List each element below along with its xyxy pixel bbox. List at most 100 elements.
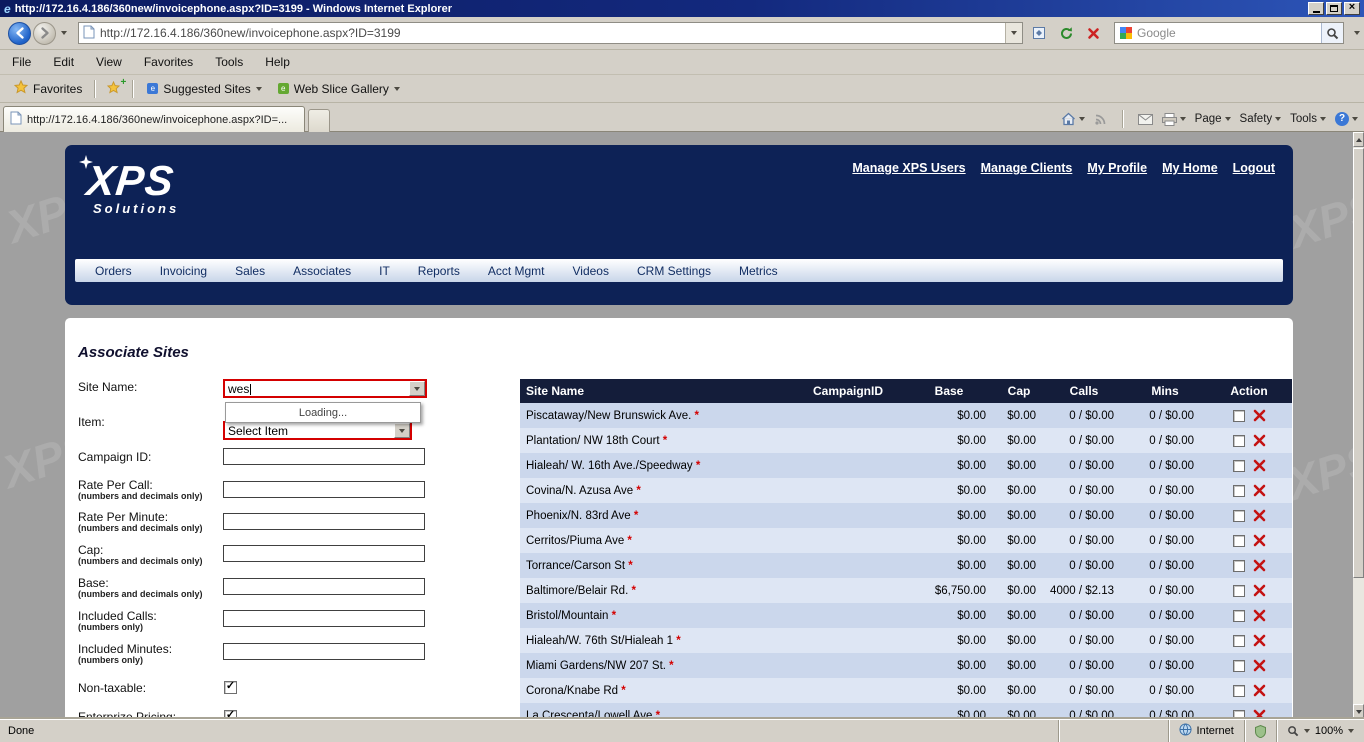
search-options-dropdown[interactable] [1350,27,1364,39]
row-select-checkbox[interactable] [1232,684,1245,697]
page-menu[interactable]: Page [1195,113,1231,125]
address-dropdown-button[interactable] [1005,23,1022,43]
nav-videos[interactable]: Videos [573,264,609,278]
favorites-item-suggested-sites[interactable]: e Suggested Sites [139,79,269,99]
home-button[interactable] [1061,112,1085,126]
link-my-profile[interactable]: My Profile [1087,161,1147,175]
row-select-checkbox[interactable] [1232,709,1245,719]
row-select-checkbox[interactable] [1232,534,1245,547]
recent-pages-dropdown[interactable] [58,27,70,39]
delete-icon[interactable] [1253,459,1266,472]
nav-sales[interactable]: Sales [235,264,265,278]
row-select-checkbox[interactable] [1232,609,1245,622]
row-select-checkbox[interactable] [1232,559,1245,572]
close-button[interactable]: × [1344,2,1360,15]
search-input[interactable]: Google [1137,26,1321,40]
enterprize-pricing-checkbox[interactable]: ✓ [224,710,237,719]
nav-metrics[interactable]: Metrics [739,264,778,278]
delete-icon[interactable] [1253,534,1266,547]
search-button[interactable] [1321,23,1343,43]
row-select-checkbox[interactable] [1232,409,1245,422]
row-select-checkbox[interactable] [1232,434,1245,447]
base-field[interactable] [223,578,425,595]
delete-icon[interactable] [1253,709,1266,719]
compatibility-view-icon[interactable] [1028,22,1050,44]
rate-per-call-field[interactable] [223,481,425,498]
link-manage-clients[interactable]: Manage Clients [981,161,1073,175]
campaign-id-field[interactable] [223,448,425,465]
item-select[interactable]: Select Item [223,421,412,440]
delete-icon[interactable] [1253,684,1266,697]
menu-edit[interactable]: Edit [53,55,74,69]
xps-logo: XPS Solutions [79,155,179,216]
vertical-scrollbar[interactable] [1353,132,1364,719]
delete-icon[interactable] [1253,434,1266,447]
maximize-button[interactable] [1326,2,1342,15]
non-taxable-checkbox[interactable]: ✓ [224,681,237,694]
back-button[interactable] [8,21,31,45]
nav-reports[interactable]: Reports [418,264,460,278]
item-dropdown-button[interactable] [394,423,410,438]
print-button[interactable] [1161,112,1186,126]
favorites-button[interactable]: Favorites [8,77,88,100]
nav-invoicing[interactable]: Invoicing [160,264,207,278]
zoom-control[interactable]: 100% [1275,720,1364,742]
rate-per-minute-field[interactable] [223,513,425,530]
help-button[interactable]: ? [1335,112,1358,126]
table-header-row: Site Name CampaignID Base Cap Calls Mins Actio… [520,379,1292,403]
address-bar[interactable]: http://172.16.4.186/360new/invoicephone.… [78,22,1023,44]
tools-menu[interactable]: Tools [1290,113,1326,125]
delete-icon[interactable] [1253,659,1266,672]
zoom-level[interactable]: 100% [1315,725,1343,737]
nav-orders[interactable]: Orders [95,264,132,278]
row-select-checkbox[interactable] [1232,584,1245,597]
link-my-home[interactable]: My Home [1162,161,1218,175]
delete-icon[interactable] [1253,559,1266,572]
stop-button[interactable] [1082,22,1104,44]
tab-current[interactable]: http://172.16.4.186/360new/invoicephone.… [3,106,305,132]
refresh-button[interactable] [1055,22,1077,44]
add-to-favorites-button[interactable]: + [101,77,126,100]
scrollbar-thumb[interactable] [1353,148,1364,578]
site-name-combobox[interactable]: wes [223,379,427,398]
favorites-item-web-slice-gallery[interactable]: e Web Slice Gallery [270,79,408,99]
row-select-checkbox[interactable] [1232,459,1245,472]
content-panel: Associate Sites Site Name: wes Loading..… [65,318,1293,719]
site-name-dropdown-button[interactable] [409,381,425,396]
nav-it[interactable]: IT [379,264,390,278]
address-url[interactable]: http://172.16.4.186/360new/invoicephone.… [100,26,1005,40]
row-select-checkbox[interactable] [1232,484,1245,497]
nav-acct-mgmt[interactable]: Acct Mgmt [488,264,545,278]
forward-button[interactable] [33,21,56,45]
link-manage-xps-users[interactable]: Manage XPS Users [852,161,965,175]
menu-help[interactable]: Help [265,55,290,69]
menu-file[interactable]: File [12,55,31,69]
delete-icon[interactable] [1253,509,1266,522]
delete-icon[interactable] [1253,409,1266,422]
included-minutes-field[interactable] [223,643,425,660]
nav-associates[interactable]: Associates [293,264,351,278]
row-select-checkbox[interactable] [1232,509,1245,522]
feeds-icon[interactable] [1094,113,1107,126]
minimize-button[interactable] [1308,2,1324,15]
delete-icon[interactable] [1253,584,1266,597]
row-select-checkbox[interactable] [1232,659,1245,672]
safety-menu[interactable]: Safety [1240,113,1282,125]
menu-view[interactable]: View [96,55,122,69]
nav-crm-settings[interactable]: CRM Settings [637,264,711,278]
menu-favorites[interactable]: Favorites [144,55,193,69]
new-tab-button[interactable] [308,109,330,132]
scroll-down-button[interactable] [1353,704,1364,719]
included-calls-field[interactable] [223,610,425,627]
link-logout[interactable]: Logout [1233,161,1275,175]
delete-icon[interactable] [1253,484,1266,497]
delete-icon[interactable] [1253,609,1266,622]
cap-field[interactable] [223,545,425,562]
scroll-up-button[interactable] [1353,132,1364,147]
menu-tools[interactable]: Tools [215,55,243,69]
row-select-checkbox[interactable] [1232,634,1245,647]
delete-icon[interactable] [1253,634,1266,647]
search-box[interactable]: Google [1114,22,1344,44]
title-bar[interactable]: e http://172.16.4.186/360new/invoicephon… [0,0,1364,17]
read-mail-icon[interactable] [1137,113,1153,125]
